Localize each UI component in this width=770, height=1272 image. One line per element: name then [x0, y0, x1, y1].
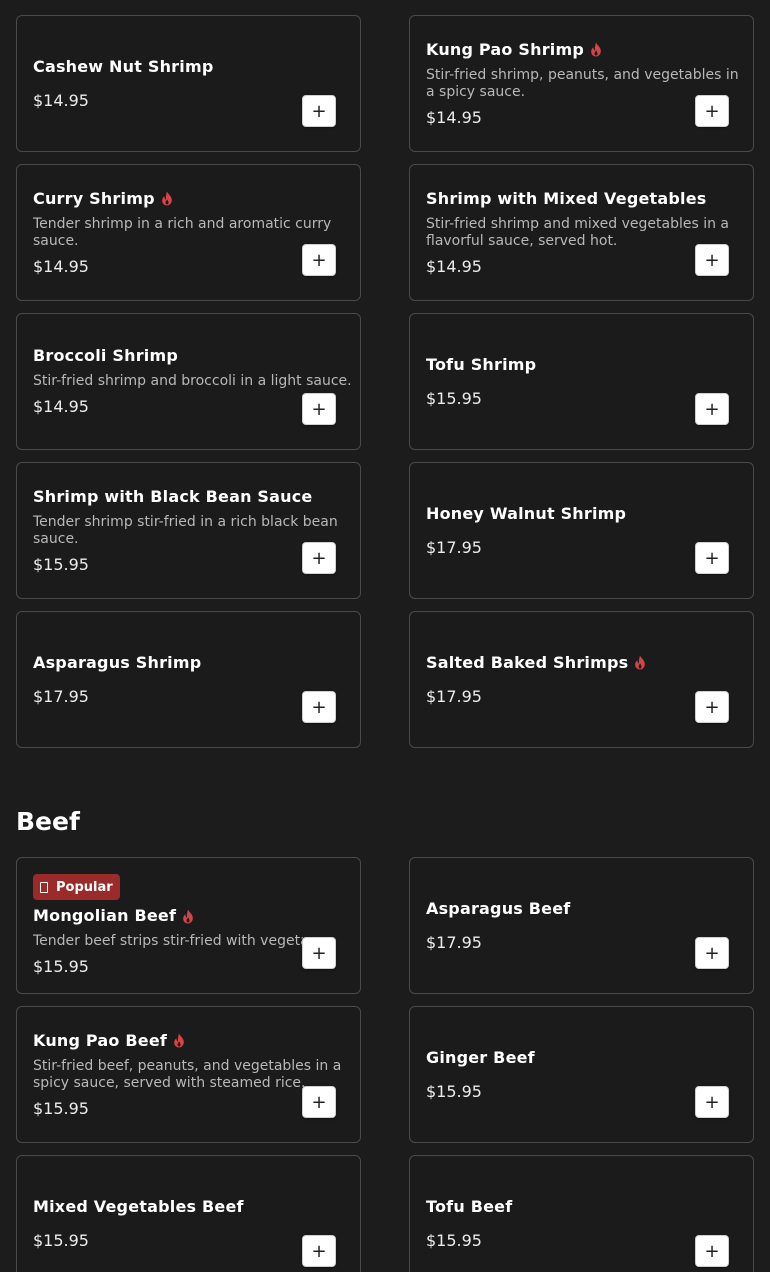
popular-badge: Popular — [33, 874, 120, 900]
add-to-cart-button[interactable]: + — [302, 95, 336, 127]
add-to-cart-button[interactable]: + — [302, 244, 336, 276]
item-price: $15.95 — [33, 957, 89, 976]
item-name-row: Shrimp with Mixed Vegetables — [426, 189, 706, 209]
spicy-flame-icon — [634, 655, 646, 670]
add-to-cart-button[interactable]: + — [695, 244, 729, 276]
item-name-row: Ginger Beef — [426, 1048, 699, 1068]
item-name-row: Salted Baked Shrimps — [426, 653, 699, 673]
item-name: Tofu Beef — [426, 1196, 513, 1216]
add-to-cart-button[interactable]: + — [695, 1086, 729, 1118]
menu-item-card[interactable]: Curry Shrimp Tender shrimp in a rich and … — [16, 164, 361, 301]
add-to-cart-button[interactable]: + — [695, 1235, 729, 1267]
menu-item-card[interactable]: Shrimp with Black Bean Sauce Tender shrim… — [16, 462, 361, 599]
item-price: $15.95 — [426, 1081, 482, 1101]
spicy-flame-icon — [182, 909, 194, 924]
spicy-flame-icon — [590, 42, 602, 57]
item-price: $17.95 — [426, 932, 482, 952]
item-price: $14.95 — [33, 397, 89, 416]
item-description: Tender beef strips stir-fried with veget… — [33, 933, 303, 949]
menu-item-card[interactable]: Honey Walnut Shrimp $17.95 + — [409, 462, 754, 599]
item-price: $15.95 — [33, 1098, 89, 1118]
badge-icon — [40, 881, 48, 893]
item-price: $17.95 — [426, 537, 482, 557]
item-name: Curry Shrimp — [33, 188, 155, 208]
badge-label: Popular — [56, 879, 113, 895]
menu-item-card[interactable]: Popular Mongolian Beef Tender beef strips … — [16, 857, 361, 994]
item-price: $15.95 — [426, 388, 482, 408]
menu-item-card[interactable]: Mixed Vegetables Beef $15.95 + — [16, 1155, 361, 1272]
item-name: Shrimp with Mixed Vegetables — [426, 188, 707, 208]
item-name: Ginger Beef — [426, 1047, 535, 1067]
menu-item-card[interactable]: Asparagus Shrimp $17.95 + — [16, 611, 361, 748]
item-name-row: Asparagus Beef — [426, 899, 699, 919]
add-to-cart-button[interactable]: + — [302, 937, 336, 969]
add-to-cart-button[interactable]: + — [695, 691, 729, 723]
item-name-row: Curry Shrimp — [33, 189, 306, 209]
section-title-beef: Beef — [16, 807, 80, 836]
item-price: $15.95 — [33, 554, 89, 574]
menu-item-card[interactable]: Shrimp with Mixed Vegetables Stir-fried s… — [409, 164, 754, 301]
menu-item-card[interactable]: Salted Baked Shrimps $17.95 + — [409, 611, 754, 748]
add-to-cart-button[interactable]: + — [302, 691, 336, 723]
spicy-flame-icon — [173, 1033, 185, 1048]
item-name: Kung Pao Beef — [33, 1030, 168, 1050]
item-name: Asparagus Beef — [426, 898, 571, 918]
spicy-flame-icon — [161, 191, 173, 206]
add-to-cart-button[interactable]: + — [302, 393, 336, 425]
item-price: $15.95 — [33, 1230, 89, 1250]
item-name: Broccoli Shrimp — [33, 346, 178, 365]
item-name: Mixed Vegetables Beef — [33, 1196, 244, 1216]
item-name-row: Broccoli Shrimp — [33, 346, 306, 366]
item-price: $14.95 — [426, 256, 482, 276]
menu-item-card[interactable]: Kung Pao Shrimp Stir-fried shrimp, peanut… — [409, 15, 754, 152]
item-name-row: Tofu Beef — [426, 1197, 699, 1217]
item-name: Tofu Shrimp — [426, 354, 537, 374]
item-name-row: Kung Pao Shrimp — [426, 40, 699, 60]
item-name-row: Honey Walnut Shrimp — [426, 504, 699, 524]
menu-item-card[interactable]: Asparagus Beef $17.95 + — [409, 857, 754, 994]
item-name-row: Asparagus Shrimp — [33, 653, 306, 673]
item-name-row: Cashew Nut Shrimp — [33, 57, 306, 77]
item-price: $17.95 — [33, 686, 89, 706]
item-price: $15.95 — [426, 1230, 482, 1250]
menu-item-card[interactable]: Ginger Beef $15.95 + — [409, 1006, 754, 1143]
item-name-row: Mongolian Beef — [33, 906, 306, 926]
menu-item-card[interactable]: Tofu Shrimp $15.95 + — [409, 313, 754, 450]
menu-grid-shrimp: Cashew Nut Shrimp $14.95 + Kung Pao Shrimp S… — [16, 15, 754, 748]
menu-item-card[interactable]: Cashew Nut Shrimp $14.95 + — [16, 15, 361, 152]
add-to-cart-button[interactable]: + — [302, 1235, 336, 1267]
item-name-row: Kung Pao Beef — [33, 1031, 306, 1051]
item-name: Salted Baked Shrimps — [426, 652, 629, 672]
item-name: Mongolian Beef — [33, 906, 177, 925]
item-name-row: Shrimp with Black Bean Sauce — [33, 487, 312, 507]
item-price: $14.95 — [33, 90, 89, 110]
item-name-row: Mixed Vegetables Beef — [33, 1197, 306, 1217]
add-to-cart-button[interactable]: + — [695, 95, 729, 127]
item-price: $14.95 — [33, 256, 89, 276]
add-to-cart-button[interactable]: + — [302, 1086, 336, 1118]
menu-grid-beef: Popular Mongolian Beef Tender beef strips … — [16, 857, 754, 1272]
item-description: Stir-fried shrimp and broccoli in a ligh… — [33, 373, 352, 389]
item-name: Kung Pao Shrimp — [426, 39, 584, 59]
add-to-cart-button[interactable]: + — [695, 542, 729, 574]
item-price: $17.95 — [426, 686, 482, 706]
menu-item-card[interactable]: Kung Pao Beef Stir-fried beef, peanuts, a… — [16, 1006, 361, 1143]
menu-page: Cashew Nut Shrimp $14.95 + Kung Pao Shrimp S… — [0, 0, 770, 1272]
item-name: Shrimp with Black Bean Sauce — [33, 486, 313, 506]
item-name: Cashew Nut Shrimp — [33, 56, 214, 76]
menu-item-card[interactable]: Tofu Beef $15.95 + — [409, 1155, 754, 1272]
add-to-cart-button[interactable]: + — [695, 937, 729, 969]
add-to-cart-button[interactable]: + — [302, 542, 336, 574]
item-name: Honey Walnut Shrimp — [426, 503, 627, 523]
item-name-row: Tofu Shrimp — [426, 355, 699, 375]
item-price: $14.95 — [426, 107, 482, 127]
add-to-cart-button[interactable]: + — [695, 393, 729, 425]
menu-item-card[interactable]: Broccoli Shrimp Stir-fried shrimp and bro… — [16, 313, 361, 450]
item-name: Asparagus Shrimp — [33, 652, 202, 672]
